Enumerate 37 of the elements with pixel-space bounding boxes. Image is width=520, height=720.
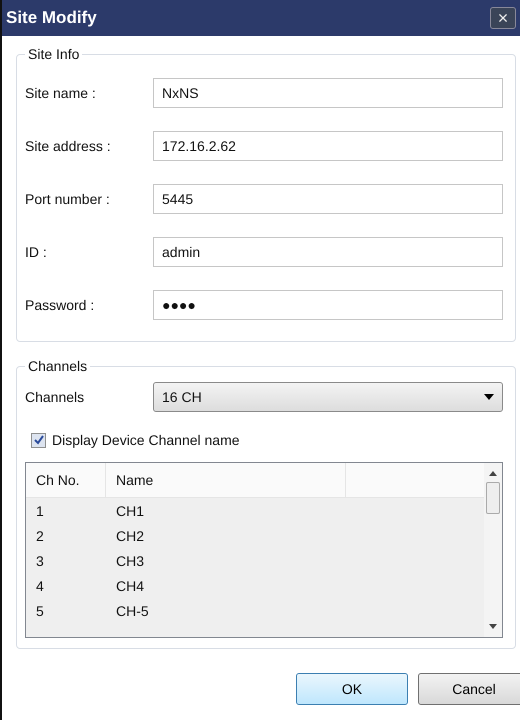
- scroll-down-icon[interactable]: [489, 624, 497, 629]
- table-cell-text: 1: [35, 502, 45, 518]
- input-field[interactable]: 172.16.2.62: [153, 130, 503, 160]
- table-cell-text: CH1: [115, 502, 146, 518]
- table-cell-text: 5: [35, 602, 45, 618]
- caret-icon: [484, 394, 494, 400]
- table-cell-text: CH3: [115, 552, 146, 568]
- input-field[interactable]: NxNS: [153, 78, 503, 108]
- table-cell-text: CH4: [115, 578, 146, 594]
- dialog-button[interactable]: Cancel: [418, 673, 520, 705]
- input-field[interactable]: admin: [153, 236, 503, 266]
- field-label: Site address :: [25, 138, 112, 154]
- scrollbar[interactable]: [484, 463, 502, 637]
- checkbox[interactable]: [31, 432, 46, 448]
- group-title: Channels: [27, 358, 88, 374]
- window-title: Site Modify: [6, 8, 97, 28]
- close-button[interactable]: ×: [490, 7, 516, 29]
- field-label: Site name :: [25, 84, 97, 100]
- channels-dropdown[interactable]: 16 CH: [153, 382, 503, 412]
- scrollbar-thumb[interactable]: [486, 482, 500, 514]
- table-cell-text: 3: [35, 552, 45, 568]
- table-cell-text: 4: [35, 578, 45, 594]
- column-header[interactable]: Name: [106, 463, 346, 497]
- field-label: Port number :: [25, 190, 111, 206]
- column-header[interactable]: Ch No.: [26, 463, 106, 497]
- checkbox-label: Display Device Channel name: [52, 432, 240, 448]
- scroll-up-icon[interactable]: [489, 471, 497, 476]
- input-field[interactable]: ●●●●: [153, 290, 503, 320]
- table-cell-text: CH-5: [115, 602, 150, 618]
- field-label: Channels: [25, 389, 86, 405]
- table-cell-text: CH2: [115, 528, 146, 544]
- dialog-button[interactable]: OK: [296, 673, 408, 705]
- field-label: Password :: [25, 296, 96, 312]
- input-field[interactable]: 5445: [153, 184, 503, 214]
- group-title: Site Info: [27, 46, 80, 62]
- table-cell-text: 2: [35, 528, 45, 544]
- field-label: ID :: [25, 244, 48, 260]
